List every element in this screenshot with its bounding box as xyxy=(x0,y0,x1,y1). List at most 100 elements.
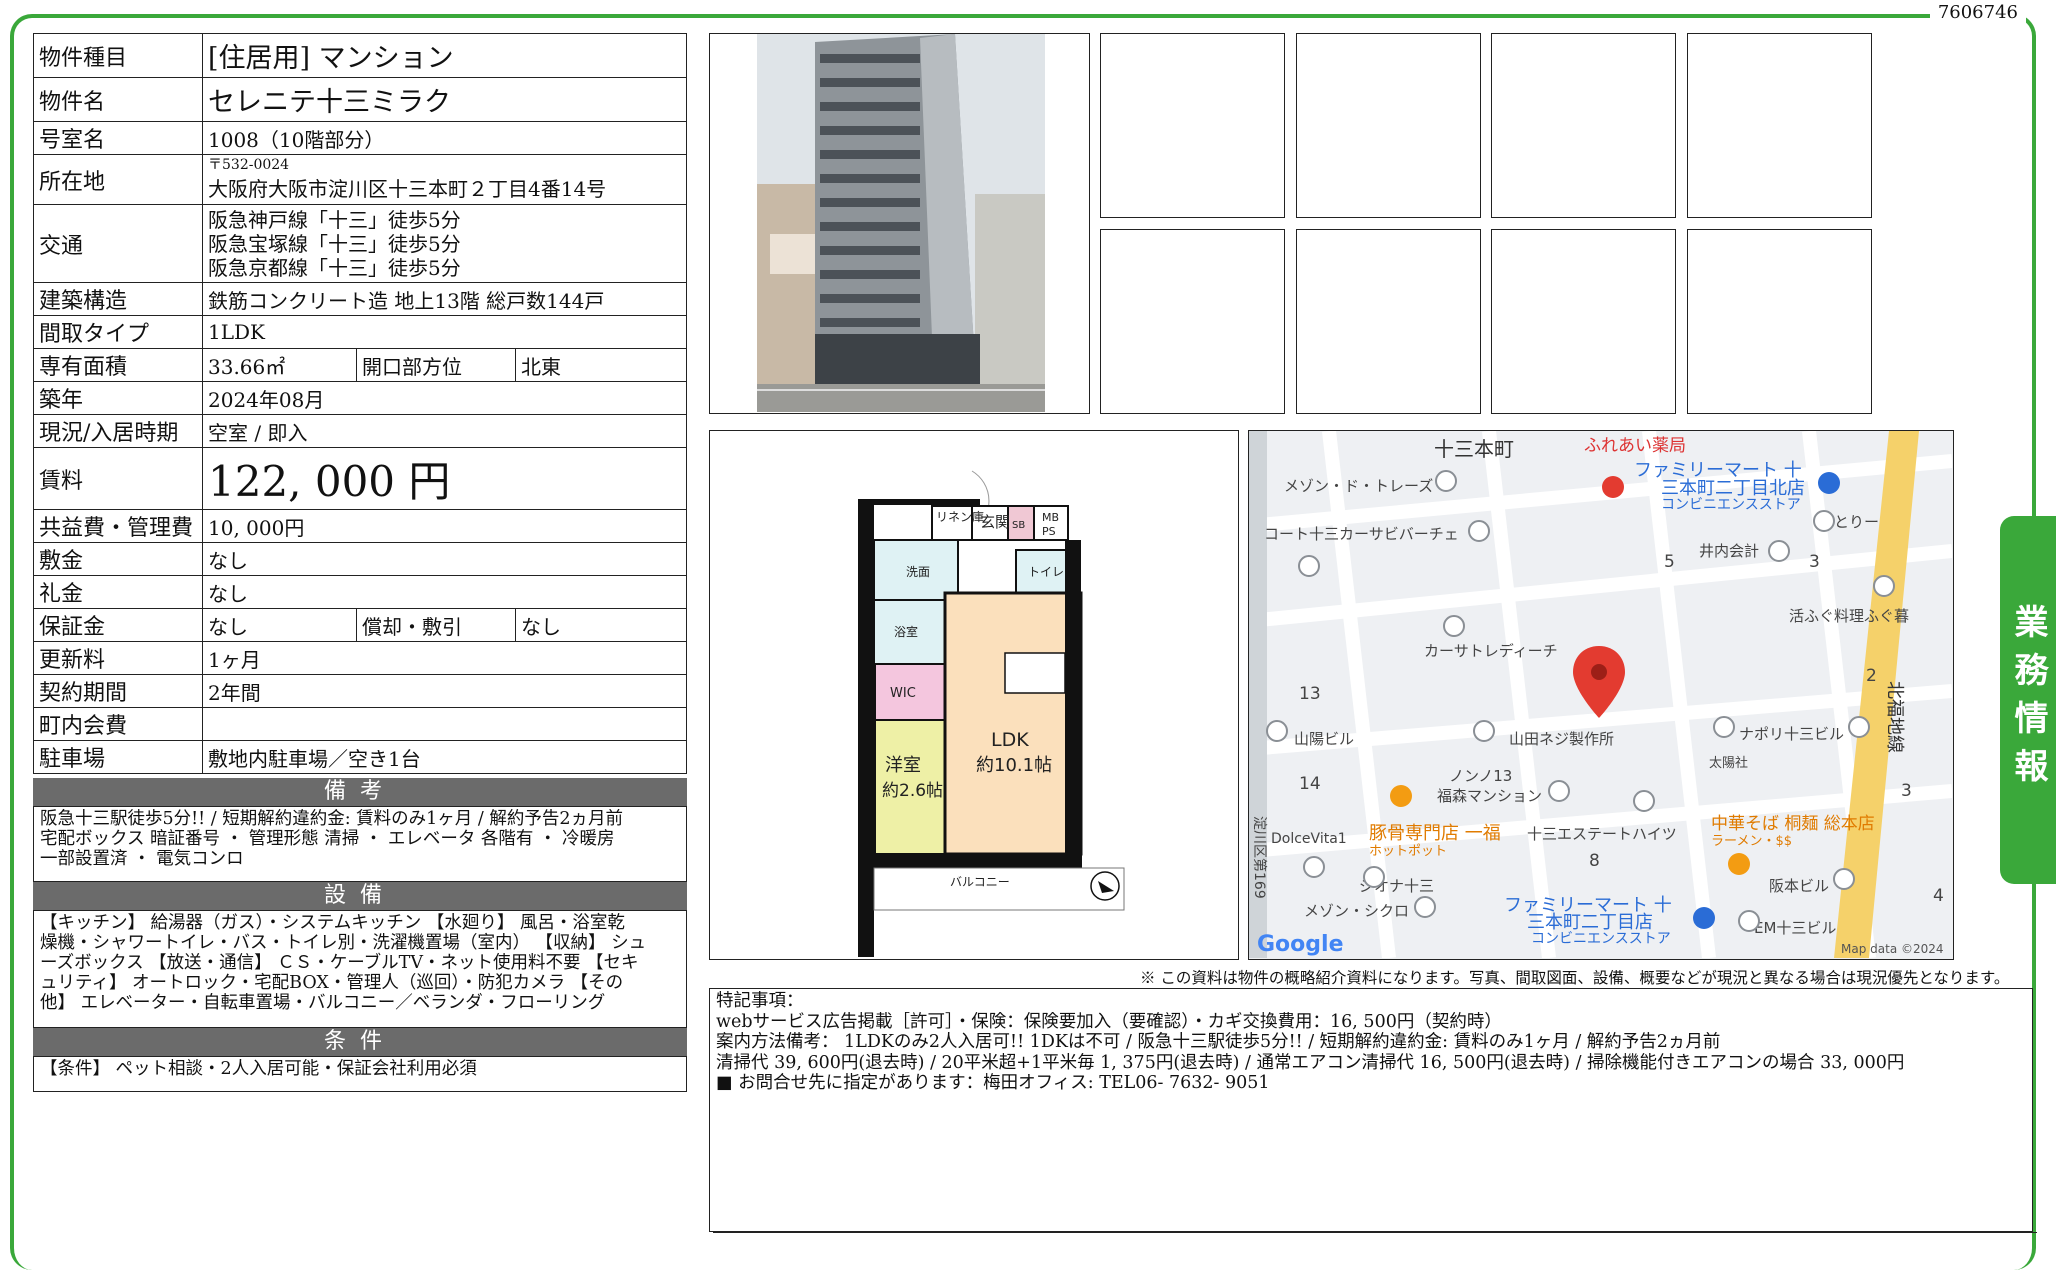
renewal-label: 更新料 xyxy=(33,641,203,675)
thumbnail-placeholder[interactable] xyxy=(1491,229,1676,414)
floorplan-label: バルコニー xyxy=(950,875,1010,889)
map-poi-icon xyxy=(1443,615,1465,637)
map-label: ナポリ十三ビル xyxy=(1739,725,1844,743)
floorplan-label: SB xyxy=(1012,520,1025,531)
map-block-number: 4 xyxy=(1933,886,1944,906)
map-label: 山田ネジ製作所 xyxy=(1509,730,1614,748)
location-map[interactable]: 十三本町 ふれあい薬局 ファミリーマート 十 三本町二丁目北店 コンビニエンスス… xyxy=(1248,430,1954,960)
map-poi-icon xyxy=(1435,470,1457,492)
map-label: 太陽社 xyxy=(1709,755,1748,771)
map-label: 豚骨専門店 一福 xyxy=(1369,823,1501,844)
building-photo-illustration xyxy=(757,34,1045,412)
map-poi-icon xyxy=(1468,520,1490,542)
map-block-number: 14 xyxy=(1299,774,1321,794)
room-label: 号室名 xyxy=(33,121,203,155)
equipment-line: ュリティ】 オートロック・宅配BOX・管理人（巡回）・防犯カメラ 【その xyxy=(40,973,624,993)
thumbnail-placeholder[interactable] xyxy=(1491,33,1676,218)
map-block-number: 8 xyxy=(1589,851,1600,871)
building-photo[interactable] xyxy=(709,33,1090,414)
guarantee-value: なし xyxy=(202,608,357,642)
amortization-label: 償却・敷引 xyxy=(356,608,516,642)
structure-label: 建築構造 xyxy=(33,282,203,316)
floorplan-label: 玄関 xyxy=(980,513,1010,531)
remarks-body: 阪急十三駅徒歩5分!! / 短期解約違約金: 賃料のみ1ヶ月 / 解約予告2ヵ月… xyxy=(33,806,687,882)
thumbnail-placeholder[interactable] xyxy=(1296,33,1481,218)
floor-plan[interactable]: リネン庫 玄関 SB MB PS 洗面 トイレ 浴室 WIC LDK 約10.1… xyxy=(709,430,1239,960)
name-value: セレニテ十三ミラク xyxy=(202,77,687,122)
key-money-label: 礼金 xyxy=(33,575,203,609)
restaurant-pin-icon xyxy=(1728,853,1750,875)
guarantee-label: 保証金 xyxy=(33,608,203,642)
disclaimer: ※ この資料は物件の概略紹介資料になります。写真、間取図面、設備、概要などが現況… xyxy=(1140,969,2010,987)
thumbnail-placeholder[interactable] xyxy=(1687,229,1872,414)
convenience-store-pin-icon xyxy=(1693,907,1715,929)
equipment-line: 他】 エレベーター・自転車置場・バルコニー／ベランダ・フローリング xyxy=(40,993,606,1013)
map-label: とりー xyxy=(1834,513,1879,531)
side-tab-business-info[interactable]: 業務情報 xyxy=(2000,516,2056,884)
structure-value: 鉄筋コンクリート造 地上13階 総戸数144戸 xyxy=(202,282,687,316)
floorplan-label: 洋室 xyxy=(885,755,921,776)
pharmacy-pin-icon xyxy=(1602,476,1624,498)
map-poi-icon xyxy=(1266,720,1288,742)
type-label: 物件種目 xyxy=(33,33,203,78)
equipment-line: 【キッチン】 給湯器（ガス）・システムキッチン 【水廻り】 風呂・浴室乾 xyxy=(40,913,625,933)
equipment-line: 燥機・シャワートイレ・バス・トイレ別・洗濯機置場（室内） 【収納】 シュ xyxy=(40,933,647,953)
thumbnail-placeholder[interactable] xyxy=(1100,33,1285,218)
parking-label: 駐車場 xyxy=(33,740,203,774)
thumbnail-placeholder[interactable] xyxy=(1296,229,1481,414)
remarks-line: 宅配ボックス 暗証番号 ・ 管理形態 清掃 ・ エレベータ 各階有 ・ 冷暖房 xyxy=(40,829,615,849)
map-poi-icon xyxy=(1363,866,1385,888)
map-poi-icon xyxy=(1414,896,1436,918)
map-block-number: 3 xyxy=(1809,552,1820,572)
access-line: 阪急神戸線「十三」徒歩5分 xyxy=(208,207,461,232)
town-fee-value xyxy=(202,707,687,741)
map-label: DolceVita1 xyxy=(1271,831,1347,847)
floorplan-label: 約2.6帖 xyxy=(882,781,943,801)
floorplan-label: 浴室 xyxy=(894,624,918,639)
conditions-line: 【条件】 ペット相談・2人入居可能・保証会社利用必須 xyxy=(40,1059,477,1079)
google-logo: Google xyxy=(1257,932,1344,957)
equipment-line: ーズボックス 【放送・通信】 ＣＳ・ケーブルTV・ネット使用料不要 【セキ xyxy=(40,953,639,973)
thumbnail-placeholder[interactable] xyxy=(1100,229,1285,414)
map-label: 三本町二丁目北店 xyxy=(1661,478,1805,499)
equipment-body: 【キッチン】 給湯器（ガス）・システムキッチン 【水廻り】 風呂・浴室乾 燥機・… xyxy=(33,910,687,1028)
map-poi-icon xyxy=(1713,716,1735,738)
map-label: 山陽ビル xyxy=(1294,730,1354,748)
address-label: 所在地 xyxy=(33,154,203,205)
map-label: EM十三ビル xyxy=(1754,919,1836,937)
floorplan-label: PS xyxy=(1042,525,1056,538)
opening-label: 開口部方位 xyxy=(356,348,516,382)
special-notes: 特記事項： webサービス広告掲載［許可］・保険：保険要加入（要確認）・カギ交換… xyxy=(709,988,2033,1232)
deposit-label: 敷金 xyxy=(33,542,203,576)
notes-title: 特記事項： xyxy=(716,991,804,1011)
postal-code: 〒532-0024 xyxy=(208,156,290,173)
map-poi-icon xyxy=(1848,716,1870,738)
deposit-value: なし xyxy=(202,542,687,576)
remarks-header: 備考 xyxy=(33,778,687,806)
map-label: ホットポット xyxy=(1369,844,1447,859)
remarks-line: 阪急十三駅徒歩5分!! / 短期解約違約金: 賃料のみ1ヶ月 / 解約予告2ヵ月… xyxy=(40,809,623,829)
floorplan-label: 約10.1帖 xyxy=(976,755,1052,776)
term-value: 2年間 xyxy=(202,674,687,708)
map-label: 活ふぐ料理ふぐ暮 xyxy=(1789,607,1909,625)
map-poi-icon xyxy=(1768,540,1790,562)
thumbnail-placeholder[interactable] xyxy=(1687,33,1872,218)
map-label: 十三エステートハイツ xyxy=(1527,825,1677,843)
map-label: ふれあい薬局 xyxy=(1584,436,1686,456)
area-label: 専有面積 xyxy=(33,348,203,382)
map-drawing: 十三本町 ふれあい薬局 ファミリーマート 十 三本町二丁目北店 コンビニエンスス… xyxy=(1249,431,1953,959)
rent-label: 賃料 xyxy=(33,447,203,510)
map-label: 十三本町 xyxy=(1434,437,1514,461)
map-poi-icon xyxy=(1833,868,1855,890)
map-label: 福森マンション xyxy=(1437,787,1542,805)
property-spec-table: 物件種目 [住居用] マンション 物件名 セレニテ十三ミラク 号室名 1008（10階… xyxy=(33,33,687,774)
map-label: メゾン・シクロ xyxy=(1304,902,1409,920)
document-id: 7606746 xyxy=(1929,2,2026,23)
map-block-number: 5 xyxy=(1664,552,1675,572)
map-label: メゾン・ド・トレーズ xyxy=(1284,477,1433,495)
term-label: 契約期間 xyxy=(33,674,203,708)
fee-label: 共益費・管理費 xyxy=(33,509,203,543)
key-money-value: なし xyxy=(202,575,687,609)
map-poi-icon xyxy=(1738,910,1760,932)
type-value: [住居用] マンション xyxy=(202,33,687,78)
